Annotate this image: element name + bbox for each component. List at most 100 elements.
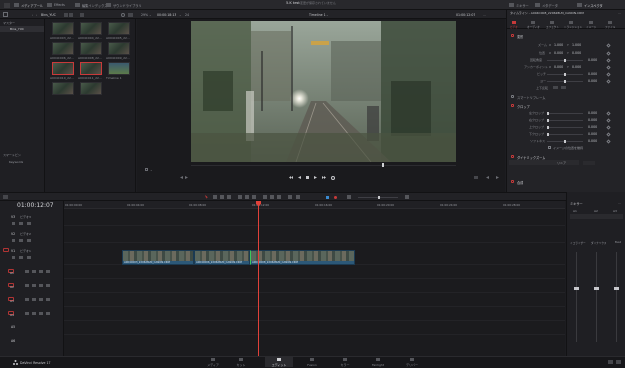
solo-icon[interactable] [39, 298, 43, 301]
zoom-in-icon[interactable] [405, 195, 409, 199]
clip-thumbnail[interactable] [80, 82, 102, 95]
tab-video[interactable]: ビデオ [510, 25, 518, 29]
clip-thumbnail[interactable] [52, 22, 74, 35]
linked-selection-icon[interactable] [270, 195, 274, 199]
chevron-left-icon[interactable]: ‹ [32, 13, 33, 17]
page-tab-edit[interactable]: エディット [265, 357, 293, 367]
mixer-button[interactable]: ミキサー [516, 3, 529, 8]
scrubber-bar[interactable] [191, 165, 456, 166]
play-reverse-icon[interactable] [298, 176, 301, 179]
stop-icon[interactable] [306, 176, 309, 179]
solo-icon[interactable] [39, 284, 43, 287]
swap-button[interactable] [583, 160, 595, 165]
list-view-icon[interactable] [69, 12, 73, 17]
replace-clip-icon[interactable] [252, 195, 256, 199]
settings-gear-icon[interactable] [608, 360, 613, 364]
auto-select-icon[interactable] [32, 284, 36, 287]
play-icon[interactable] [314, 176, 317, 179]
chevron-down-icon[interactable]: ⌄ [150, 168, 153, 172]
selection-pointer-icon[interactable] [205, 195, 208, 199]
menu-dots-icon[interactable]: ⋯ [618, 11, 621, 15]
clip-thumbnail-selected[interactable] [52, 62, 74, 75]
flip-vertical-icon[interactable] [561, 86, 566, 89]
lock-icon[interactable] [25, 298, 29, 301]
chevron-right-icon[interactable]: › [36, 13, 37, 17]
menu-dots-icon[interactable]: ⋯ [618, 201, 621, 205]
zoom-out-icon[interactable] [347, 195, 351, 199]
transition-tab-icon[interactable] [569, 21, 573, 24]
solo-icon[interactable] [39, 312, 43, 315]
solo-icon[interactable] [39, 270, 43, 273]
crop-top-slider[interactable] [547, 127, 583, 128]
lock-icon[interactable] [12, 256, 15, 259]
inspector-button[interactable]: インスペクタ [584, 3, 603, 8]
section-toggle-icon[interactable] [511, 180, 514, 183]
zoom-y-value[interactable]: 1.000 [572, 43, 581, 47]
clip-thumbnail[interactable] [80, 42, 102, 55]
next-edit-icon[interactable] [496, 176, 499, 179]
rewind-icon[interactable] [289, 176, 293, 179]
timeline-clip[interactable]: A004C008_220628LM_CANON.CRM [250, 250, 355, 265]
track-visible-icon[interactable] [27, 222, 31, 225]
clip-thumbnail[interactable] [52, 82, 74, 95]
mute-icon[interactable] [46, 298, 50, 301]
lock-icon[interactable] [12, 222, 15, 225]
search-icon[interactable] [121, 12, 125, 17]
overwrite-clip-icon[interactable] [245, 195, 249, 199]
insert-clip-icon[interactable] [238, 195, 242, 199]
softness-knob[interactable] [564, 140, 566, 143]
section-crop[interactable]: クロップ [517, 104, 530, 109]
image-tab-icon[interactable] [589, 21, 593, 24]
match-frame-icon[interactable] [474, 176, 478, 179]
fader-knob[interactable] [574, 287, 579, 290]
auto-select-icon[interactable] [19, 256, 23, 259]
crop-bottom-value[interactable]: 0.000 [588, 132, 597, 136]
fader-knob[interactable] [594, 287, 599, 290]
thumbnail-view-icon[interactable] [64, 12, 68, 17]
section-transform[interactable]: 変形 [517, 34, 523, 39]
tab-file[interactable]: ファイル [605, 25, 615, 29]
marker-icon[interactable] [296, 195, 300, 199]
crop-right-knob[interactable] [547, 119, 549, 122]
media-pool-button[interactable]: メディアプール [21, 3, 43, 8]
zoom-x-value[interactable]: 1.000 [554, 43, 563, 47]
timeline-ruler[interactable]: 01:00:00:00 01:00:04:00 01:00:08:00 01:0… [64, 201, 565, 209]
crop-left-slider[interactable] [547, 113, 583, 114]
effects-button[interactable]: Effects [54, 3, 65, 7]
clip-thumbnail-selected[interactable] [80, 62, 102, 75]
page-tab-cut[interactable]: カット [227, 357, 255, 367]
fader-track[interactable] [616, 252, 617, 342]
fader-track[interactable] [596, 252, 597, 342]
destination-track-button[interactable] [3, 248, 9, 252]
prev-edit-icon[interactable] [486, 176, 489, 179]
zoom-level[interactable]: 29% [141, 13, 148, 17]
crop-left-knob[interactable] [547, 112, 549, 115]
rotation-value[interactable]: 0.000 [588, 58, 597, 62]
position-x-value[interactable]: 0.000 [554, 51, 563, 55]
timeline-view-icon[interactable] [3, 195, 8, 199]
dynamic-zoom-ease-select[interactable] [509, 160, 579, 165]
auto-select-icon[interactable] [32, 270, 36, 273]
auto-select-icon[interactable] [32, 298, 36, 301]
home-icon[interactable] [616, 360, 621, 364]
prev-clip-icon[interactable] [180, 176, 183, 179]
mute-icon[interactable] [46, 270, 50, 273]
sound-library-button[interactable]: サウンドライブラリ [113, 3, 142, 8]
sort-icon[interactable] [80, 12, 84, 17]
fast-forward-icon[interactable] [322, 176, 326, 179]
timeline-clip[interactable]: A004C003_220628LM_CANON.CRM [122, 250, 194, 265]
mute-icon[interactable] [46, 284, 50, 287]
clip-thumbnail[interactable] [108, 42, 130, 55]
crop-top-knob[interactable] [547, 126, 549, 129]
crop-right-slider[interactable] [547, 120, 583, 121]
edit-index-button[interactable]: 編集インデックス [82, 3, 107, 8]
crop-right-value[interactable]: 0.000 [588, 118, 597, 122]
section-composite[interactable]: 合成 [517, 180, 523, 185]
page-tab-deliver[interactable]: デリバー [398, 357, 426, 367]
pitch-slider-knob[interactable] [564, 73, 566, 76]
section-smart-reframe[interactable]: スマートリフレーム [517, 95, 546, 100]
yaw-slider-knob[interactable] [564, 80, 566, 83]
fader-track[interactable] [576, 252, 577, 342]
menu-dots-icon[interactable]: ⋯ [483, 13, 486, 17]
viewer-options-icon[interactable] [145, 168, 148, 171]
